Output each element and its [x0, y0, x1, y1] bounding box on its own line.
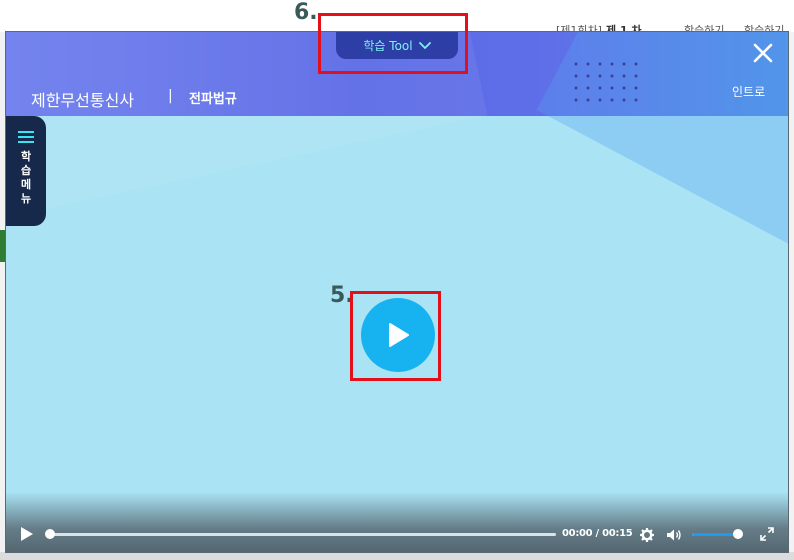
play-icon: [21, 527, 33, 541]
highlight-box-step-6: [318, 13, 468, 74]
highlight-box-step-5: [350, 291, 441, 381]
dot-pattern: [570, 58, 646, 108]
title-divider: |: [168, 88, 173, 104]
volume-icon: [667, 529, 681, 541]
study-menu-tab[interactable]: 학습메뉴: [6, 116, 46, 226]
time-display: 00:00 / 00:15: [562, 528, 633, 539]
volume-button[interactable]: [666, 527, 682, 546]
volume-handle[interactable]: [733, 529, 743, 539]
progress-handle[interactable]: [45, 529, 55, 539]
background-footer: [0, 552, 794, 560]
fullscreen-button[interactable]: [760, 526, 774, 545]
close-icon: [753, 43, 773, 63]
close-button[interactable]: [750, 40, 776, 66]
study-menu-label: 학습메뉴: [20, 150, 32, 205]
course-title: 제한무선통신사: [31, 91, 135, 110]
total-time: 00:15: [602, 528, 633, 539]
annotation-step-6: 6.: [294, 0, 318, 25]
time-separator: /: [595, 528, 600, 539]
control-play-button[interactable]: [20, 526, 34, 546]
settings-button[interactable]: [640, 527, 654, 546]
intro-link[interactable]: 인트로: [732, 83, 765, 100]
volume-level: [692, 533, 738, 536]
fullscreen-icon: [760, 527, 774, 541]
current-time: 00:00: [562, 528, 593, 539]
gear-icon: [640, 528, 654, 542]
hamburger-icon: [18, 131, 34, 143]
chapter-title: 전파법규: [189, 92, 237, 107]
progress-bar[interactable]: [46, 533, 556, 536]
